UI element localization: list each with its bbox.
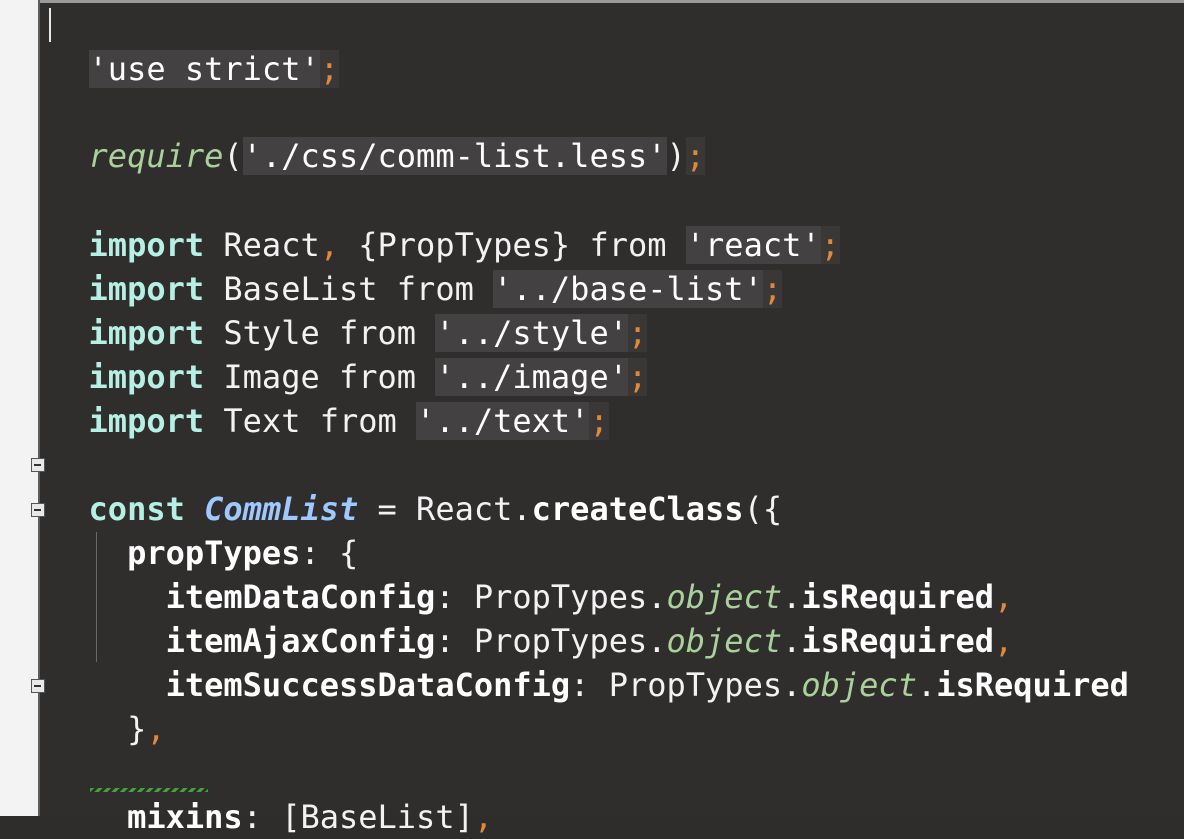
code-line-13[interactable]: itemDataConfig: PropTypes.object.isRequi…	[50, 531, 1014, 616]
semicolon: ;	[820, 226, 840, 264]
string-literal: './css/comm-list.less'	[242, 137, 667, 175]
fold-collapse-icon[interactable]	[31, 458, 45, 472]
semicolon: ;	[589, 402, 609, 440]
code-line-14[interactable]: itemAjaxConfig: PropTypes.object.isRequi…	[50, 575, 1014, 660]
function-name: require	[88, 137, 224, 175]
semicolon: ;	[685, 137, 706, 175]
spellcheck-underline	[90, 788, 208, 792]
string-literal: '../text'	[416, 402, 590, 440]
code-line-1[interactable]: 'use strict';	[50, 3, 339, 88]
string-literal: 'use strict'	[88, 50, 320, 88]
semicolon: ;	[762, 270, 783, 308]
semicolon: ;	[319, 50, 339, 88]
punctuation: ({	[743, 490, 783, 528]
editor-gutter[interactable]	[0, 0, 38, 816]
keyword-from: from	[319, 402, 397, 440]
comma: ,	[146, 710, 166, 748]
dot: .	[916, 666, 937, 704]
property-object: object	[801, 666, 917, 704]
closing-brace: }	[127, 710, 147, 748]
code-line-6[interactable]: import BaseList from '../base-list';	[50, 223, 783, 308]
code-line-8[interactable]: import Image from '../image';	[50, 311, 648, 396]
expression: = React.	[358, 490, 532, 528]
code-line-5[interactable]: import React, {PropTypes} from 'react';	[50, 179, 840, 264]
code-line-7[interactable]: import Style from '../style';	[50, 267, 648, 352]
code-line-15[interactable]: itemSuccessDataConfig: PropTypes.object.…	[50, 619, 1129, 704]
property-key: itemSuccessDataConfig	[165, 666, 571, 704]
property-isrequired: isRequired	[936, 666, 1129, 704]
fold-end-icon[interactable]	[31, 679, 45, 693]
code-line-16[interactable]: },	[50, 663, 166, 748]
expression: : PropTypes.	[570, 666, 802, 704]
code-line-11[interactable]: const CommList = React.createClass({	[50, 443, 783, 528]
identifier: Text	[204, 402, 320, 440]
code-line-9[interactable]: import Text from '../text';	[50, 355, 609, 440]
fold-collapse-icon[interactable]	[31, 503, 45, 517]
semicolon: ;	[627, 358, 648, 396]
method-name: createClass	[531, 490, 744, 528]
paren-open: (	[223, 137, 243, 175]
comma: ,	[473, 798, 494, 836]
paren-close: )	[666, 137, 686, 175]
code-line-3[interactable]: require('./css/comm-list.less');	[50, 90, 706, 175]
code-line-12[interactable]: propTypes: {	[50, 487, 358, 572]
property-key: mixins	[127, 798, 243, 836]
keyword-import: import	[88, 402, 205, 440]
expression: : [BaseList]	[242, 798, 474, 836]
